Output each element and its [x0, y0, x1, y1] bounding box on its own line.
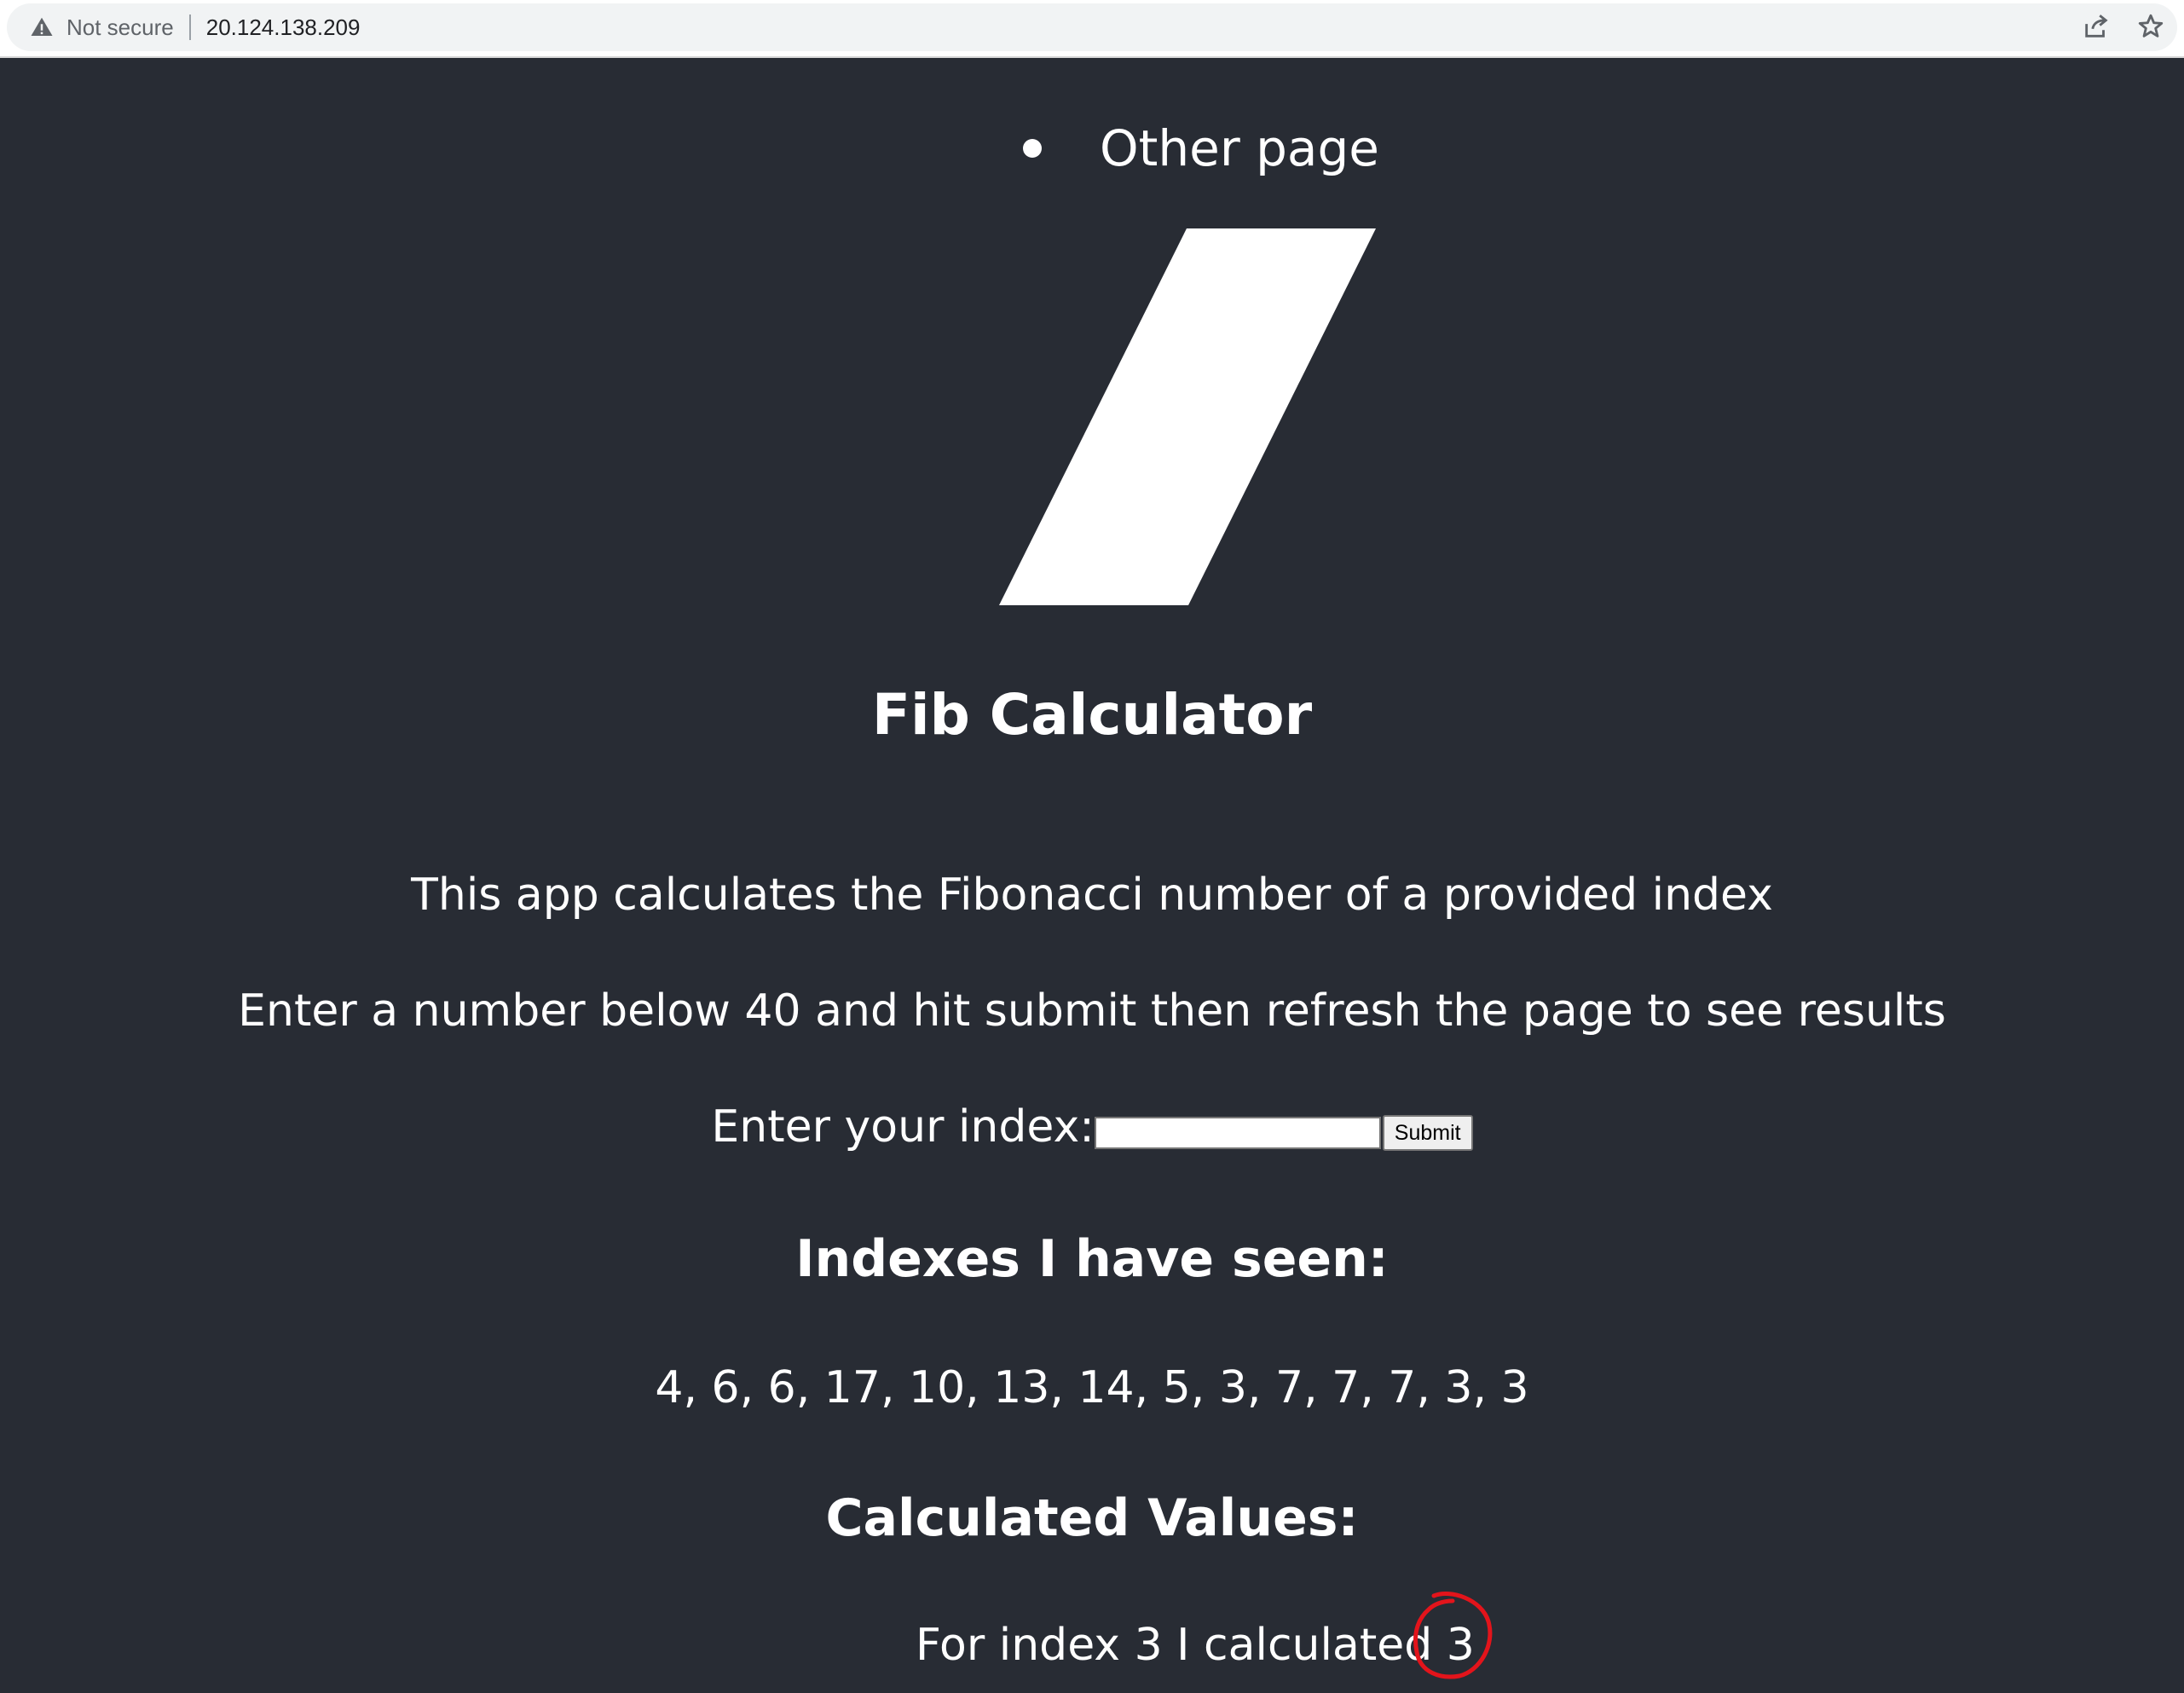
intro-text: This app calculates the Fibonacci number…	[411, 870, 1773, 921]
star-icon[interactable]	[2136, 12, 2165, 41]
index-input[interactable]	[1094, 1117, 1381, 1149]
address-separator	[188, 14, 191, 40]
index-label: Enter your index:	[711, 1101, 1095, 1153]
index-form: Enter your index: Submit	[0, 1101, 2184, 1153]
security-label[interactable]: Not secure	[66, 14, 174, 41]
browser-toolbar: Not secure 20.124.138.209	[0, 0, 2184, 58]
submit-button[interactable]: Submit	[1382, 1115, 1473, 1151]
instructions-text: Enter a number below 40 and hit submit t…	[238, 985, 1946, 1037]
red-circle-annotation	[1413, 1592, 1493, 1679]
share-icon[interactable]	[2082, 12, 2111, 41]
calculated-row-prefix: For index 3 I calculated	[916, 1620, 1433, 1671]
calculated-heading: Calculated Values:	[825, 1488, 1359, 1548]
address-bar[interactable]: Not secure 20.124.138.209	[7, 3, 2177, 51]
nav-list-item: Other page	[1023, 119, 1379, 177]
other-page-link[interactable]: Other page	[1100, 119, 1379, 177]
page-content: Other page Fib Calculator This app calcu…	[0, 60, 2184, 1693]
calculated-row: For index 3 I calculated 3	[916, 1620, 1475, 1671]
indexes-heading: Indexes I have seen:	[795, 1229, 1389, 1289]
indexes-list: 4, 6, 6, 17, 10, 13, 14, 5, 3, 7, 7, 7, …	[655, 1362, 1529, 1413]
parallelogram-logo	[999, 228, 1376, 605]
url-text[interactable]: 20.124.138.209	[206, 14, 361, 41]
warning-icon	[31, 17, 53, 36]
bullet-marker	[1023, 139, 1042, 158]
page-title: Fib Calculator	[871, 682, 1313, 748]
